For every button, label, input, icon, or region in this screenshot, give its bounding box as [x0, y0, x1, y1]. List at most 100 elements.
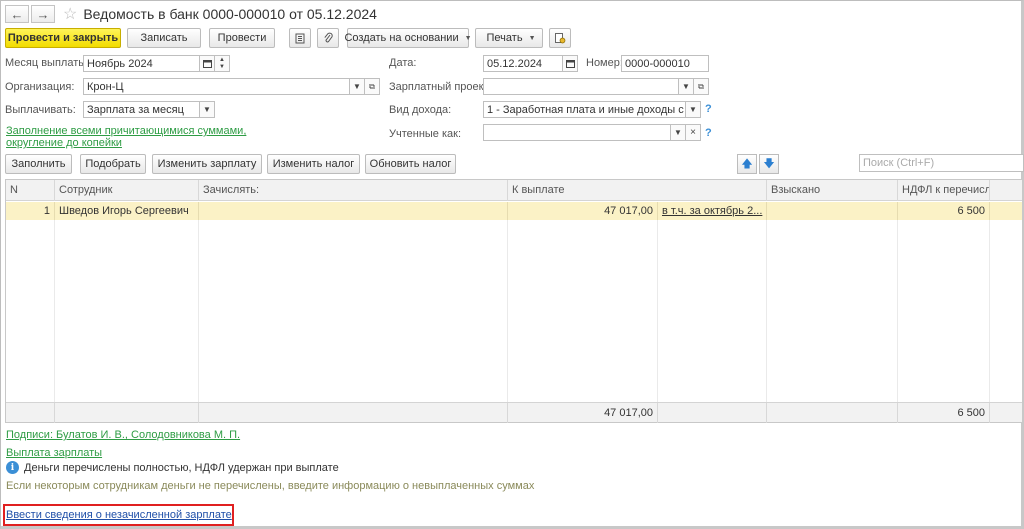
column-divider: [766, 220, 767, 402]
date-input[interactable]: 05.12.2024: [483, 55, 563, 72]
row-to-pay-detail-link[interactable]: в т.ч. за октябрь 2...: [658, 202, 767, 220]
date-calendar-button[interactable]: [563, 55, 578, 72]
fill-button[interactable]: Заполнить: [5, 154, 72, 174]
settings-button[interactable]: [549, 28, 571, 48]
calendar-icon: [565, 60, 575, 68]
column-header-ndfl[interactable]: НДФЛ к перечислению: [898, 180, 990, 201]
dropdown-icon: ▼: [464, 34, 472, 42]
payment-table: N Сотрудник Зачислять: К выплате Взыскан…: [5, 179, 1023, 423]
column-divider: [897, 220, 898, 402]
dropdown-icon: ▼: [353, 82, 361, 91]
signatures-link[interactable]: Подписи: Булатов И. В., Солодовникова М.…: [6, 429, 240, 441]
create-based-on-label: Создать на основании: [344, 32, 459, 44]
move-down-icon: 🡇: [763, 157, 775, 170]
income-type-input[interactable]: 1 - Заработная плата и иные доходы с огр…: [483, 101, 686, 118]
table-footer: 47 017,00 6 500: [6, 402, 1022, 423]
organization-open-button[interactable]: ⧉: [365, 78, 380, 95]
post-button[interactable]: Провести: [209, 28, 275, 48]
fill-method-link[interactable]: Заполнение всеми причитающимися суммами,…: [6, 125, 296, 149]
row-withheld: [767, 202, 898, 220]
accounted-as-help-icon[interactable]: ?: [705, 127, 712, 139]
payment-status-text: Деньги перечислены полностью, НДФЛ удерж…: [24, 462, 339, 474]
organization-label: Организация:: [5, 81, 75, 93]
month-label: Месяц выплаты:: [5, 57, 90, 69]
dropdown-icon: ▼: [682, 82, 690, 91]
table-header: N Сотрудник Зачислять: К выплате Взыскан…: [6, 180, 1022, 201]
stepper-down-icon: ▼: [219, 63, 225, 70]
info-icon: i: [6, 461, 19, 474]
column-header-n[interactable]: N: [6, 180, 55, 201]
accounted-as-clear-button[interactable]: ×: [686, 124, 701, 141]
total-to-pay: 47 017,00: [508, 403, 658, 423]
salary-project-label: Зарплатный проект:: [389, 81, 492, 93]
column-divider: [507, 220, 508, 402]
total-ndfl: 6 500: [898, 403, 990, 423]
column-header-to-pay[interactable]: К выплате: [508, 180, 767, 201]
move-down-button[interactable]: 🡇: [759, 154, 779, 174]
list-icon: [295, 33, 305, 43]
post-and-close-button[interactable]: Провести и закрыть: [5, 28, 121, 48]
salary-payment-link[interactable]: Выплата зарплаты: [6, 447, 102, 459]
page-title: Ведомость в банк 0000-000010 от 05.12.20…: [83, 6, 377, 22]
save-button[interactable]: Записать: [127, 28, 201, 48]
pay-dropdown-button[interactable]: ▼: [200, 101, 215, 118]
attach-button[interactable]: [317, 28, 339, 48]
unpaid-note-text: Если некоторым сотрудникам деньги не пер…: [6, 480, 535, 492]
row-to-pay: 47 017,00: [508, 202, 658, 220]
title-bar: ← → ☆ Ведомость в банк 0000-000010 от 05…: [5, 4, 377, 24]
change-salary-button[interactable]: Изменить зарплату: [152, 154, 262, 174]
accounted-as-label: Учтенные как:: [389, 128, 462, 140]
calendar-button[interactable]: [200, 55, 215, 72]
column-header-employee[interactable]: Сотрудник: [55, 180, 199, 201]
stepper-up-icon: ▲: [219, 56, 225, 63]
forward-button[interactable]: →: [31, 5, 55, 23]
income-type-help-icon[interactable]: ?: [705, 103, 712, 115]
favorite-star-icon[interactable]: ☆: [63, 4, 77, 24]
table-row[interactable]: 1 Шведов Игорь Сергеевич 47 017,00 в т.ч…: [6, 202, 1022, 220]
change-tax-button[interactable]: Изменить налог: [267, 154, 360, 174]
accounted-as-dropdown-button[interactable]: ▼: [671, 124, 686, 141]
calendar-icon: [202, 60, 212, 68]
footer-cell: [767, 403, 898, 423]
back-arrow-icon: ←: [10, 6, 24, 22]
print-label: Печать: [486, 32, 523, 44]
organization-dropdown-button[interactable]: ▼: [350, 78, 365, 95]
dropdown-icon: ▼: [689, 105, 697, 114]
column-divider: [989, 220, 990, 402]
open-icon: ⧉: [698, 81, 704, 91]
number-input[interactable]: 0000-000010: [621, 55, 709, 72]
list-button[interactable]: [289, 28, 311, 48]
pick-button[interactable]: Подобрать: [80, 154, 146, 174]
accounted-as-input[interactable]: [483, 124, 671, 141]
clear-icon: ×: [690, 127, 696, 138]
footer-cell: [658, 403, 767, 423]
search-input[interactable]: Поиск (Ctrl+F): [859, 154, 1024, 172]
salary-project-dropdown-button[interactable]: ▼: [679, 78, 694, 95]
back-button[interactable]: ←: [5, 5, 29, 23]
column-header-credit[interactable]: Зачислять:: [199, 180, 508, 201]
create-based-on-button[interactable]: Создать на основании ▼: [344, 28, 472, 48]
salary-project-input[interactable]: [483, 78, 679, 95]
column-header-withheld[interactable]: Взыскано: [767, 180, 898, 201]
enter-unpaid-salary-link[interactable]: Ввести сведения о незачисленной зарплате: [6, 509, 232, 521]
dropdown-icon: ▼: [528, 34, 536, 42]
pay-select[interactable]: Зарплата за месяц: [83, 101, 200, 118]
month-stepper[interactable]: ▲ ▼: [215, 55, 230, 72]
row-credit: [199, 202, 508, 220]
income-type-dropdown-button[interactable]: ▼: [686, 101, 701, 118]
number-label: Номер:: [586, 57, 623, 69]
print-button[interactable]: Печать ▼: [475, 28, 543, 48]
footer-cell: [199, 403, 508, 423]
salary-project-open-button[interactable]: ⧉: [694, 78, 709, 95]
forward-arrow-icon: →: [36, 6, 50, 22]
command-bar: Провести и закрыть Записать Провести Соз…: [5, 28, 571, 48]
column-divider: [198, 220, 199, 402]
move-up-icon: 🡅: [741, 157, 753, 170]
open-icon: ⧉: [369, 81, 375, 91]
month-input[interactable]: Ноябрь 2024: [83, 55, 200, 72]
income-type-label: Вид дохода:: [389, 104, 452, 116]
refresh-tax-button[interactable]: Обновить налог: [365, 154, 456, 174]
footer-cell: [6, 403, 55, 423]
move-up-button[interactable]: 🡅: [737, 154, 757, 174]
organization-input[interactable]: Крон-Ц: [83, 78, 350, 95]
